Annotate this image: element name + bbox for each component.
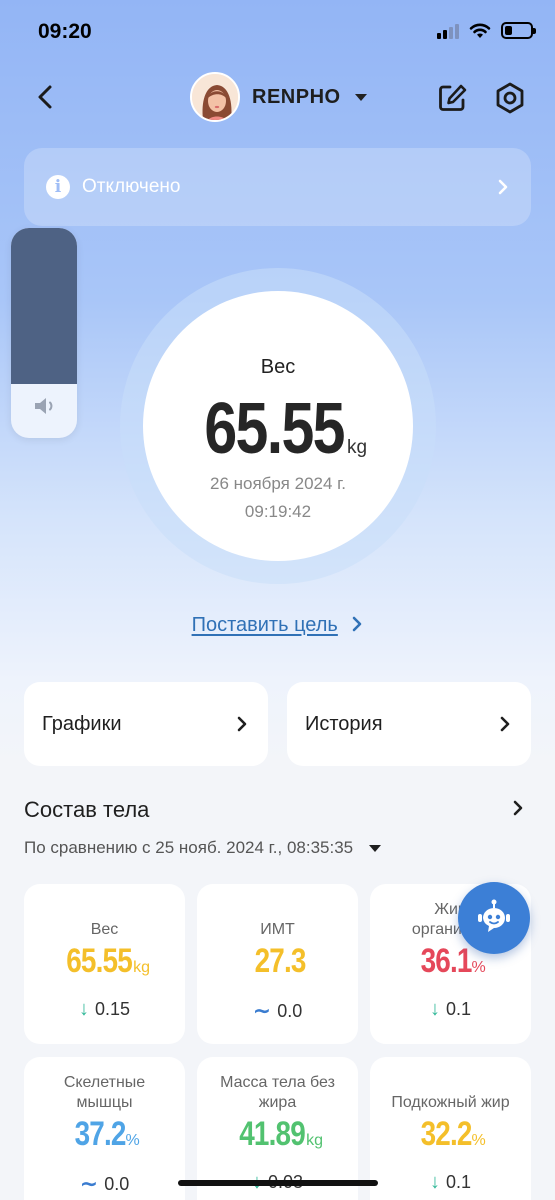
metric-change: ↓ 0.1 — [370, 1171, 531, 1194]
metric-label: Масса тела без жира — [220, 1074, 335, 1111]
arrow-down-icon: ↓ — [429, 998, 440, 1020]
metric-number: 65.55 — [66, 942, 132, 980]
caret-down-icon — [354, 93, 367, 101]
weight-unit: kg — [347, 437, 368, 458]
edit-button[interactable] — [434, 80, 470, 116]
metric-change: ∼ 0.0 — [24, 1171, 185, 1197]
back-chevron-icon — [38, 85, 52, 109]
metric-change-value: 0.0 — [104, 1173, 130, 1194]
metric-change-value: 0.15 — [94, 999, 131, 1019]
connection-status-banner[interactable]: i Отключено — [24, 148, 531, 226]
metric-label: Подкожный жир — [391, 1094, 510, 1111]
metric-change-value: 0.1 — [445, 1172, 472, 1192]
metric-unit: kg — [133, 959, 150, 976]
metric-card[interactable]: Подкожный жир 32.2% ↓ 0.1 — [370, 1057, 531, 1200]
body-composition-more-button[interactable] — [512, 799, 524, 822]
chevron-right-icon — [353, 616, 362, 632]
metric-label: Вес — [90, 921, 119, 938]
no-change-icon: ∼ — [252, 998, 272, 1023]
arrow-down-icon: ↓ — [429, 1171, 440, 1193]
caret-down-icon — [369, 844, 382, 852]
back-button[interactable] — [28, 80, 62, 114]
comparison-text: По сравнению с 25 нояб. 2024 г., 08:35:3… — [24, 838, 354, 857]
metric-unit: % — [471, 959, 486, 976]
weight-date: 26 ноября 2024 г. — [210, 474, 346, 493]
metric-number: 32.2 — [420, 1115, 473, 1153]
chevron-right-icon — [500, 716, 510, 732]
weight-number: 65.55 — [204, 389, 345, 469]
metric-number: 27.3 — [255, 942, 307, 980]
gear-icon — [496, 82, 524, 114]
wifi-icon — [469, 23, 491, 38]
body-composition-title: Состав тела — [24, 797, 150, 822]
metric-unit: % — [125, 1132, 140, 1149]
charts-label: Графики — [42, 712, 122, 735]
weight-time: 09:19:42 — [244, 502, 312, 521]
history-label: История — [305, 712, 383, 735]
metric-change: ∼ 0.0 — [197, 998, 358, 1024]
metric-change: ↓ 0.15 — [24, 998, 185, 1021]
cellular-signal-icon — [437, 23, 459, 39]
chat-bot-icon — [478, 899, 510, 932]
metric-value: 65.55kg — [24, 942, 185, 981]
assistant-button[interactable] — [458, 882, 530, 954]
metric-number: 36.1 — [420, 942, 473, 980]
metric-label: Скелетные мышцы — [63, 1074, 146, 1111]
connection-status-text: Отключено — [82, 176, 181, 197]
metric-unit: % — [471, 1132, 486, 1149]
set-goal-label: Поставить цель — [191, 614, 338, 636]
status-time: 09:20 — [38, 20, 92, 43]
history-card[interactable]: История — [287, 682, 531, 766]
comparison-selector[interactable]: По сравнению с 25 нояб. 2024 г., 08:35:3… — [24, 838, 382, 858]
profile-name: RENPHO — [252, 85, 341, 108]
metric-card[interactable]: ИМТ 27.3 ∼ 0.0 — [197, 884, 358, 1044]
status-icons — [437, 22, 536, 39]
metric-value: 37.2% — [24, 1115, 185, 1154]
charts-card[interactable]: Графики — [24, 682, 268, 766]
metric-unit: kg — [306, 1132, 323, 1149]
weight-value: 65.55 kg — [143, 388, 413, 470]
chevron-right-icon — [513, 800, 523, 816]
metric-card[interactable]: Масса тела без жира41.89kg↓0.03 — [197, 1057, 358, 1200]
metric-value: 41.89kg — [197, 1115, 358, 1154]
home-indicator — [178, 1180, 378, 1186]
metric-card[interactable]: Скелетные мышцы 37.2% ∼ 0.0 — [24, 1057, 185, 1200]
settings-button[interactable] — [492, 80, 528, 116]
chevron-right-icon — [498, 179, 508, 195]
set-goal-link[interactable]: Поставить цель — [0, 614, 555, 637]
volume-icon — [35, 398, 53, 414]
metric-change-value: 0.0 — [277, 1000, 303, 1021]
battery-icon — [501, 22, 536, 39]
info-icon: i — [46, 175, 70, 199]
metric-card[interactable]: Вес 65.55kg ↓ 0.15 — [24, 884, 185, 1044]
metric-label: ИМТ — [260, 921, 295, 938]
metric-number: 41.89 — [239, 1115, 305, 1153]
no-change-icon: ∼ — [79, 1171, 99, 1196]
weight-timestamp: 26 ноября 2024 г. 09:19:42 — [143, 470, 413, 526]
metric-change: ↓ 0.1 — [370, 998, 531, 1021]
arrow-down-icon: ↓ — [78, 998, 89, 1020]
edit-icon — [439, 84, 467, 111]
metric-value: 32.2% — [370, 1115, 531, 1154]
avatar — [190, 72, 240, 122]
metric-value: 27.3 — [197, 942, 358, 981]
metric-number: 37.2 — [74, 1115, 127, 1153]
metric-change-value: 0.1 — [445, 999, 472, 1019]
volume-level — [11, 228, 77, 384]
volume-slider[interactable] — [11, 228, 77, 438]
chevron-right-icon — [237, 716, 247, 732]
weight-label: Вес — [260, 356, 296, 378]
profile-switcher[interactable]: RENPHO — [190, 72, 367, 122]
